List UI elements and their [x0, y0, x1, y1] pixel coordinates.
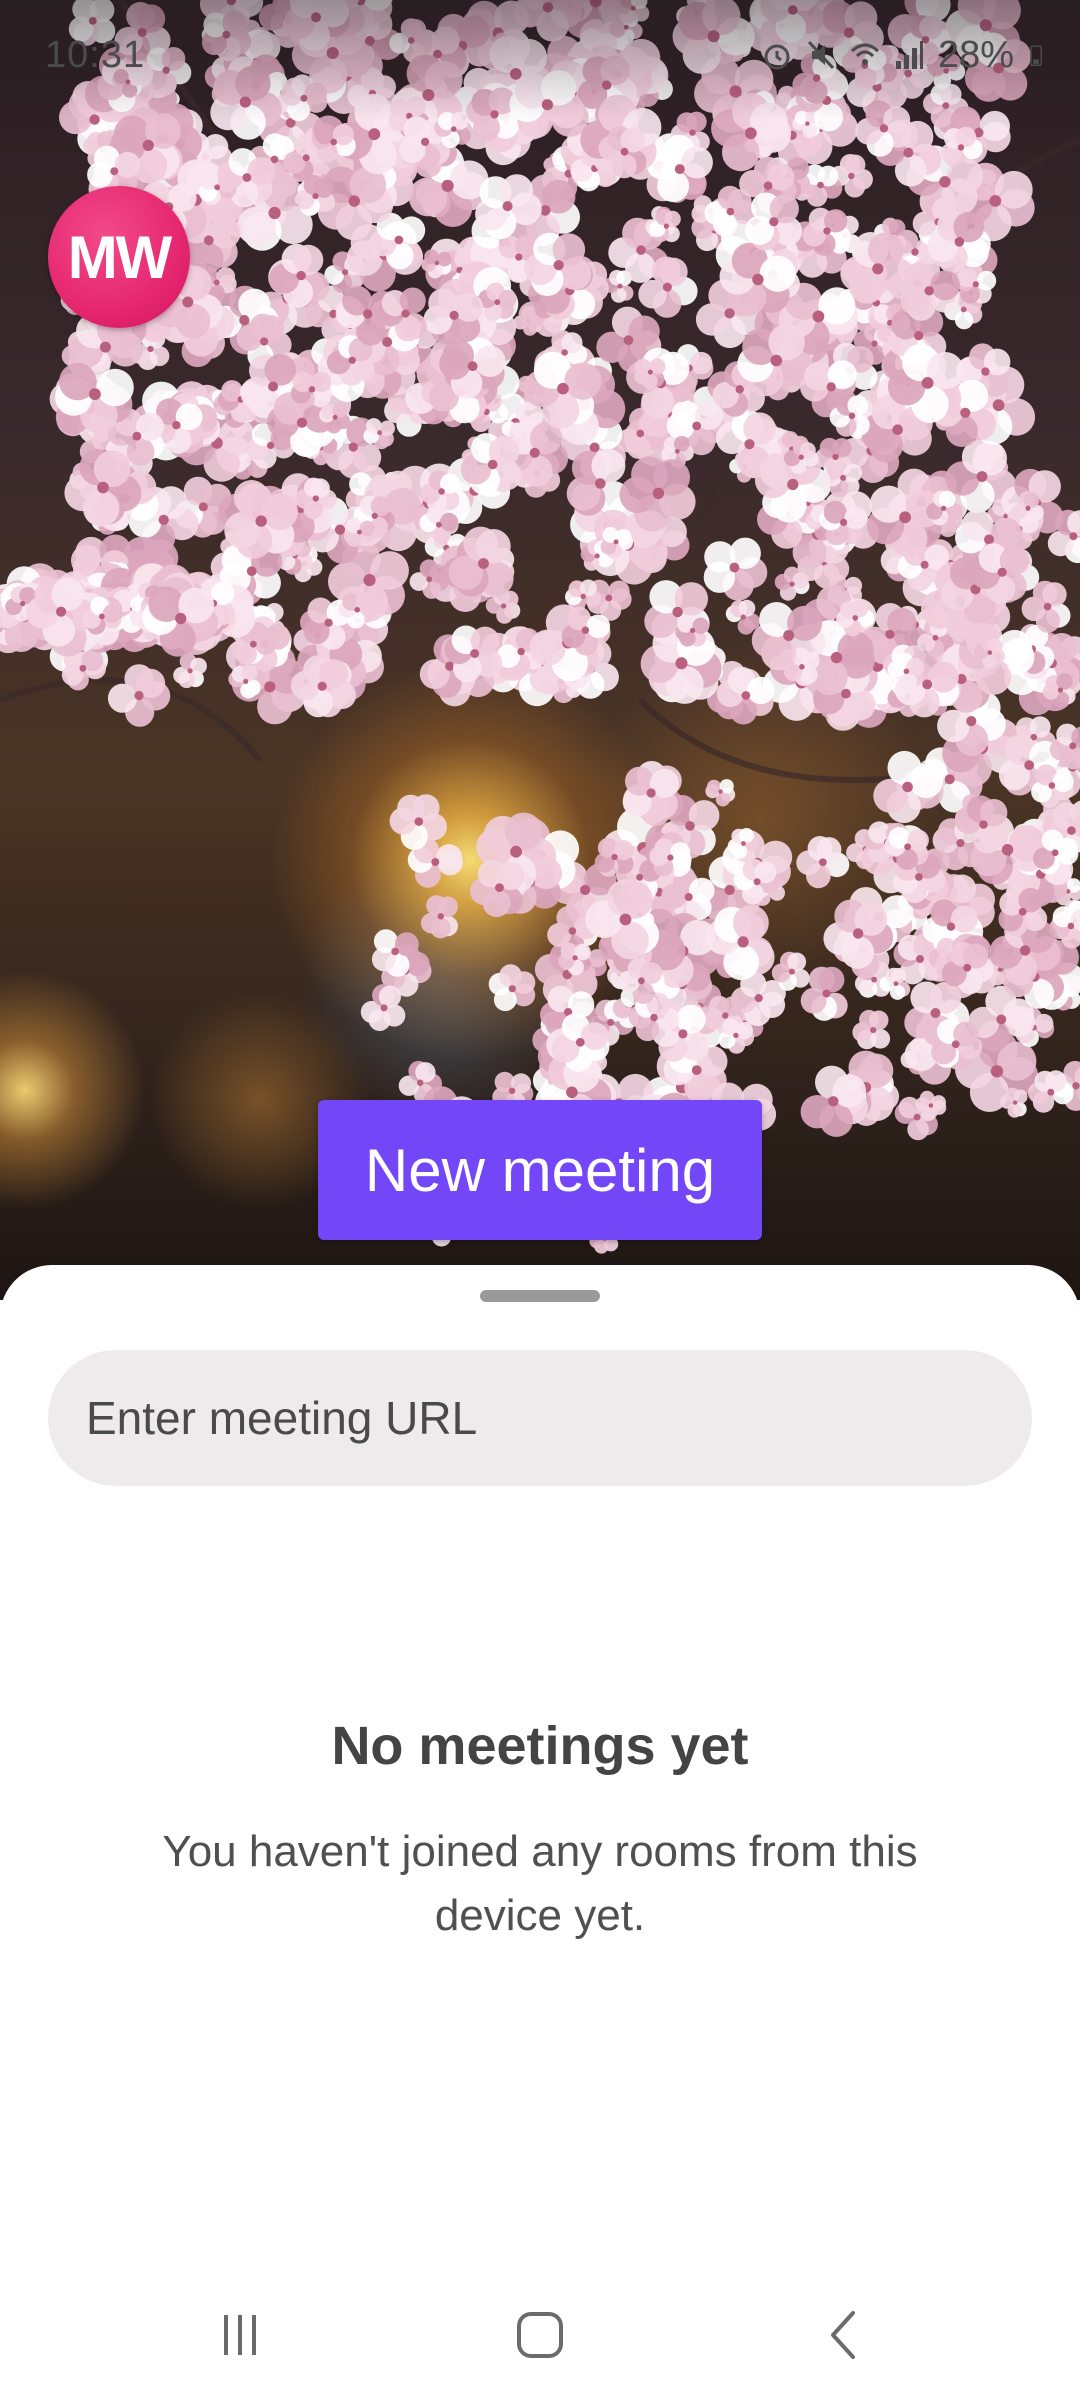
back-icon: [831, 2311, 855, 2359]
sheet-drag-handle[interactable]: [480, 1290, 600, 1302]
bottom-sheet: No meetings yet You haven't joined any r…: [0, 1265, 1080, 2400]
alarm-icon: [764, 44, 790, 70]
battery-percent: 28%: [937, 33, 1014, 76]
home-icon: [517, 2312, 563, 2358]
empty-state-title: No meetings yet: [331, 1716, 749, 1776]
empty-state-description: You haven't joined any rooms from this d…: [162, 1827, 918, 1940]
status-time: 10:31: [45, 34, 146, 76]
signal-icon: [895, 41, 923, 69]
recents-button[interactable]: [195, 2300, 285, 2370]
recents-icon: [224, 2315, 256, 2355]
mute-icon: [807, 40, 835, 70]
battery-icon: [1030, 45, 1042, 66]
home-button[interactable]: [495, 2300, 585, 2370]
app-screen: 10:31 28% MW New meeting Enter meeting U…: [0, 0, 1080, 2400]
status-icons: 28%: [762, 30, 1050, 80]
wifi-icon: [850, 43, 879, 65]
profile-avatar[interactable]: MW: [48, 186, 190, 328]
status-bar: 10:31 28%: [0, 0, 1080, 120]
back-button[interactable]: [800, 2300, 890, 2370]
meeting-url-input[interactable]: [48, 1350, 1032, 1486]
system-nav-bar: [0, 2270, 1080, 2400]
new-meeting-button[interactable]: New meeting: [318, 1100, 762, 1240]
